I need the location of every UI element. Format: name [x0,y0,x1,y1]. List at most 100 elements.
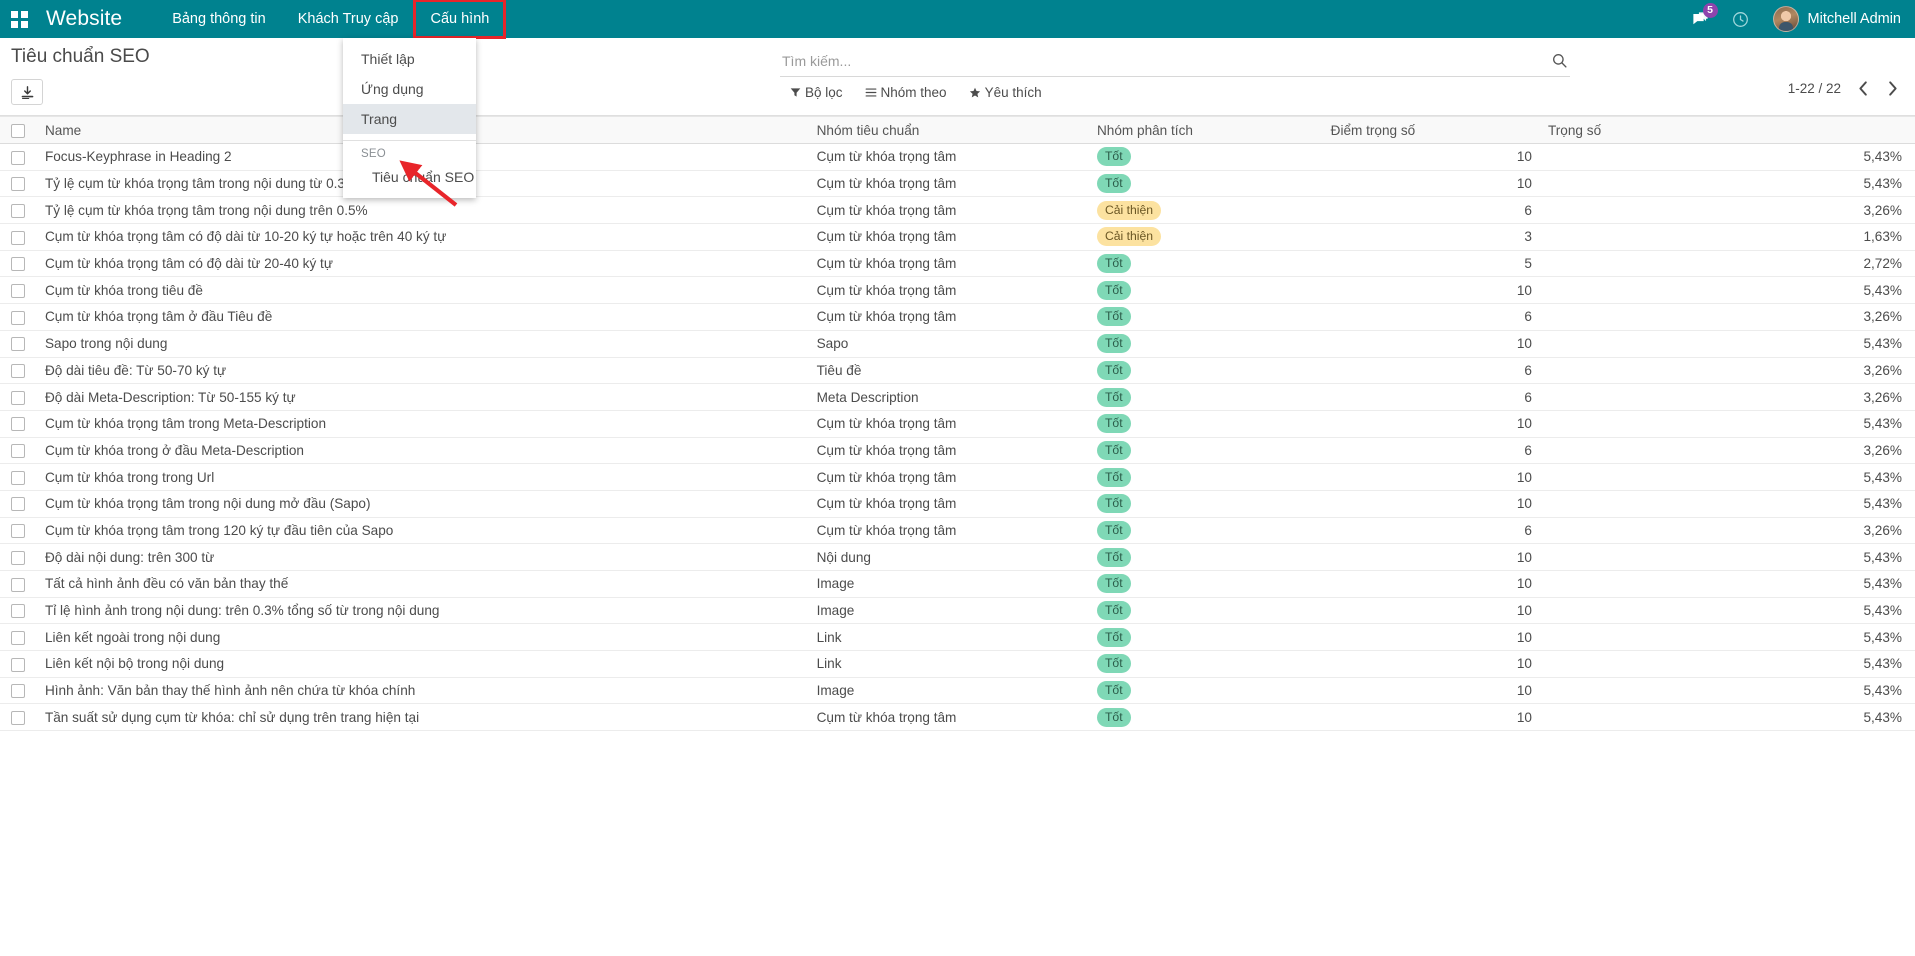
nav-menu-configuration[interactable]: Cấu hình [414,0,505,38]
row-checkbox[interactable] [11,257,25,271]
select-all-checkbox[interactable] [11,124,25,138]
table-row[interactable]: Cụm từ khóa trong tiêu đềCụm từ khóa trọ… [0,277,1915,304]
status-badge: Tốt [1097,307,1131,326]
cell-analysis: Tốt [1089,250,1323,277]
table-row[interactable]: Cụm từ khóa trọng tâm trong nội dung mở … [0,490,1915,517]
table-row[interactable]: Liên kết nội bộ trong nội dungLinkTốt105… [0,651,1915,678]
table-row[interactable]: Hình ảnh: Văn bản thay thế hình ảnh nên … [0,677,1915,704]
cell-analysis: Tốt [1089,410,1323,437]
filters-button[interactable]: Bộ lọc [790,85,843,100]
avatar[interactable] [1773,6,1799,32]
pager-range[interactable]: 1-22 / 22 [1788,81,1841,96]
search-button[interactable] [1548,50,1570,72]
table-row[interactable]: Cụm từ khóa trong trong UrlCụm từ khóa t… [0,464,1915,491]
column-header-analysis[interactable]: Nhóm phân tích [1089,117,1323,144]
configuration-dropdown-menu: Thiết lập Ứng dụng Trang SEO Tiêu chuẩn … [343,38,476,198]
cell-score: 10 [1323,651,1540,678]
row-checkbox[interactable] [11,497,25,511]
row-checkbox[interactable] [11,231,25,245]
row-select-cell [0,490,37,517]
cell-score: 6 [1323,197,1540,224]
messages-button[interactable]: 5 [1681,0,1721,38]
cell-name: Cụm từ khóa trọng tâm có độ dài từ 20-40… [37,250,809,277]
dropdown-item-applications[interactable]: Ứng dụng [343,74,476,104]
table-row[interactable]: Độ dài tiêu đề: Từ 50-70 ký tựTiêu đềTốt… [0,357,1915,384]
table-row[interactable]: Tỷ lệ cụm từ khóa trọng tâm trong nội du… [0,170,1915,197]
table-row[interactable]: Cụm từ khóa trọng tâm ở đầu Tiêu đềCụm t… [0,304,1915,331]
status-badge: Cải thiện [1097,227,1161,246]
search-view: Bộ lọc Nhóm theo Yêu thích [780,45,1570,100]
row-checkbox[interactable] [11,364,25,378]
cell-group: Cụm từ khóa trọng tâm [809,304,1089,331]
cell-analysis: Tốt [1089,571,1323,598]
cell-score: 10 [1323,410,1540,437]
table-row[interactable]: Độ dài nội dung: trên 300 từNội dungTốt1… [0,544,1915,571]
row-checkbox[interactable] [11,444,25,458]
search-input[interactable] [780,52,1542,70]
status-badge: Tốt [1097,334,1131,353]
row-checkbox[interactable] [11,284,25,298]
apps-menu-button[interactable] [0,0,38,38]
table-row[interactable]: Tần suất sử dụng cụm từ khóa: chỉ sử dụn… [0,704,1915,731]
dropdown-item-settings[interactable]: Thiết lập [343,44,476,74]
brand-title[interactable]: Website [46,7,122,31]
status-badge: Tốt [1097,147,1131,166]
row-checkbox[interactable] [11,524,25,538]
dropdown-item-seo-standard[interactable]: Tiêu chuẩn SEO [343,163,476,192]
nav-menu-dashboard[interactable]: Bảng thông tin [156,0,282,38]
table-row[interactable]: Tỷ lệ cụm từ khóa trọng tâm trong nội du… [0,197,1915,224]
row-checkbox[interactable] [11,391,25,405]
row-checkbox[interactable] [11,658,25,672]
table-row[interactable]: Cụm từ khóa trọng tâm trong 120 ký tự đầ… [0,517,1915,544]
dropdown-section-seo: SEO [343,145,476,163]
nav-menu-visitors[interactable]: Khách Truy cập [282,0,415,38]
export-button[interactable] [11,79,43,105]
cell-weight: 3,26% [1540,517,1915,544]
table-row[interactable]: Liên kết ngoài trong nội dungLinkTốt105,… [0,624,1915,651]
row-select-cell [0,597,37,624]
group-by-button[interactable]: Nhóm theo [865,85,947,100]
cell-score: 10 [1323,490,1540,517]
row-checkbox[interactable] [11,471,25,485]
status-badge: Tốt [1097,174,1131,193]
table-row[interactable]: Cụm từ khóa trọng tâm trong Meta-Descrip… [0,410,1915,437]
row-checkbox[interactable] [11,311,25,325]
cell-group: Meta Description [809,384,1089,411]
row-select-cell [0,384,37,411]
table-row[interactable]: Focus-Keyphrase in Heading 2Cụm từ khóa … [0,144,1915,171]
table-row[interactable]: Cụm từ khóa trọng tâm có độ dài từ 10-20… [0,224,1915,251]
table-row[interactable]: Cụm từ khóa trọng tâm có độ dài từ 20-40… [0,250,1915,277]
row-checkbox[interactable] [11,684,25,698]
pager-previous-button[interactable] [1855,78,1871,98]
group-by-label: Nhóm theo [881,85,947,100]
cell-weight: 5,43% [1540,490,1915,517]
pager-next-button[interactable] [1885,78,1901,98]
table-row[interactable]: Tỉ lệ hình ảnh trong nội dung: trên 0.3%… [0,597,1915,624]
row-checkbox[interactable] [11,551,25,565]
column-header-group[interactable]: Nhóm tiêu chuẩn [809,117,1089,144]
row-checkbox[interactable] [11,711,25,725]
favorites-button[interactable]: Yêu thích [969,85,1042,100]
cell-group: Cụm từ khóa trọng tâm [809,277,1089,304]
status-badge: Tốt [1097,414,1131,433]
row-checkbox[interactable] [11,177,25,191]
activities-button[interactable] [1721,0,1761,38]
row-checkbox[interactable] [11,337,25,351]
row-checkbox[interactable] [11,151,25,165]
column-header-score[interactable]: Điểm trọng số [1323,117,1540,144]
row-checkbox[interactable] [11,631,25,645]
table-row[interactable]: Sapo trong nội dungSapoTốt105,43% [0,330,1915,357]
user-menu-button[interactable]: Mitchell Admin [1808,11,1901,27]
dropdown-item-pages[interactable]: Trang [343,104,476,134]
row-checkbox[interactable] [11,578,25,592]
table-row[interactable]: Độ dài Meta-Description: Từ 50-155 ký tự… [0,384,1915,411]
row-checkbox[interactable] [11,604,25,618]
row-checkbox[interactable] [11,417,25,431]
table-row[interactable]: Tất cả hình ảnh đều có văn bản thay thếI… [0,571,1915,598]
cell-score: 3 [1323,224,1540,251]
row-select-cell [0,197,37,224]
row-checkbox[interactable] [11,204,25,218]
cell-analysis: Tốt [1089,437,1323,464]
table-row[interactable]: Cụm từ khóa trong ở đầu Meta-Description… [0,437,1915,464]
column-header-weight[interactable]: Trọng số [1540,117,1915,144]
